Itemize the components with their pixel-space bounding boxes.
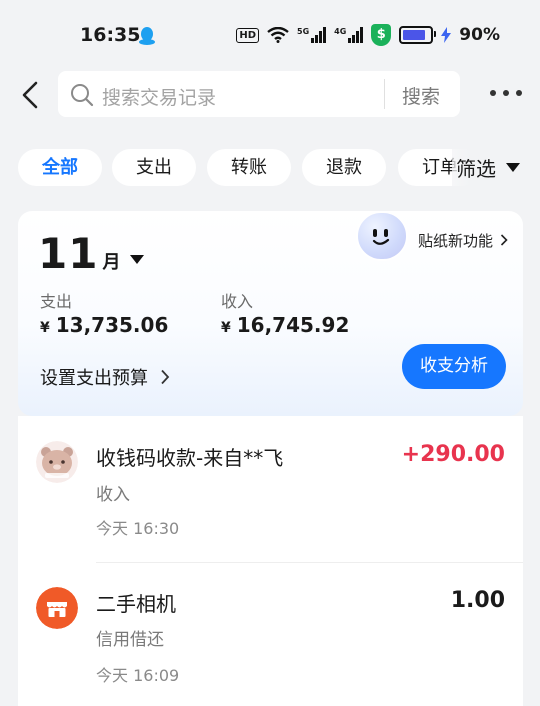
- search-button[interactable]: 搜索: [402, 82, 440, 109]
- transaction-category: 信用借还: [96, 630, 164, 650]
- income-amount: ¥16,745.92: [221, 313, 350, 337]
- status-bar: 16:35 HD 5G 4G $ 90%: [0, 0, 540, 70]
- hd-icon: HD: [236, 27, 260, 43]
- more-options-icon[interactable]: [490, 90, 522, 96]
- search-divider: [384, 79, 385, 109]
- chip-refund[interactable]: 退款: [302, 149, 386, 186]
- transaction-amount: +290.00: [401, 442, 505, 467]
- search-bar[interactable]: 搜索交易记录 搜索: [58, 71, 460, 117]
- shop-icon: [36, 587, 78, 629]
- sticker-promo-link[interactable]: 贴纸新功能: [418, 230, 508, 251]
- filter-button[interactable]: 筛选: [452, 149, 540, 186]
- chip-expense[interactable]: 支出: [112, 149, 196, 186]
- filter-chips: 全部 支出 转账 退款 订单: [18, 149, 518, 186]
- battery-percent: 90%: [459, 25, 500, 45]
- income-expense-analysis-button[interactable]: 收支分析: [402, 344, 506, 389]
- transaction-category: 收入: [96, 485, 130, 505]
- chip-transfer[interactable]: 转账: [207, 149, 291, 186]
- month-caret-icon: [130, 255, 145, 264]
- signal-5g-icon: 5G: [297, 27, 327, 43]
- filter-label: 筛选: [456, 157, 496, 181]
- chevron-right-icon: [500, 234, 508, 246]
- transaction-title: 收钱码收款-来自**飞: [96, 446, 284, 470]
- transaction-amount: 1.00: [450, 588, 505, 613]
- chevron-right-icon: [161, 369, 170, 385]
- month-selector[interactable]: 11 月: [38, 229, 145, 278]
- month-number: 11: [38, 229, 99, 278]
- set-budget-link[interactable]: 设置支出预算: [40, 364, 170, 390]
- expense-label: 支出: [40, 292, 73, 311]
- income-label: 收入: [221, 292, 254, 311]
- month-unit: 月: [102, 252, 121, 273]
- transaction-row[interactable]: 收钱码收款-来自**飞 收入 今天 16:30 +290.00: [18, 416, 523, 563]
- security-shield-icon: $: [371, 24, 392, 46]
- expense-amount: ¥13,735.06: [40, 313, 169, 337]
- search-icon: [71, 84, 94, 107]
- signal-4g-icon: 4G: [334, 27, 364, 43]
- transaction-time: 今天 16:09: [96, 666, 180, 685]
- battery-icon: [399, 26, 437, 44]
- filter-caret-icon: [506, 163, 520, 172]
- sticker-face-icon[interactable]: [356, 211, 408, 261]
- chip-all[interactable]: 全部: [18, 149, 102, 186]
- back-arrow-icon[interactable]: [18, 80, 46, 110]
- transaction-time: 今天 16:30: [96, 519, 180, 538]
- transaction-row[interactable]: 二手相机 信用借还 今天 16:09 1.00: [18, 563, 523, 706]
- wifi-icon: [267, 27, 289, 43]
- sticker-promo-label: 贴纸新功能: [418, 232, 494, 250]
- status-time: 16:35: [80, 24, 141, 46]
- search-input[interactable]: 搜索交易记录: [102, 83, 216, 110]
- transaction-list: 收钱码收款-来自**飞 收入 今天 16:30 +290.00 二手相机 信用借…: [18, 416, 523, 706]
- transaction-title: 二手相机: [96, 592, 176, 616]
- set-budget-label: 设置支出预算: [40, 368, 148, 389]
- bear-avatar-icon: [36, 441, 78, 483]
- qq-icon: [139, 27, 155, 45]
- charging-bolt-icon: [441, 27, 452, 43]
